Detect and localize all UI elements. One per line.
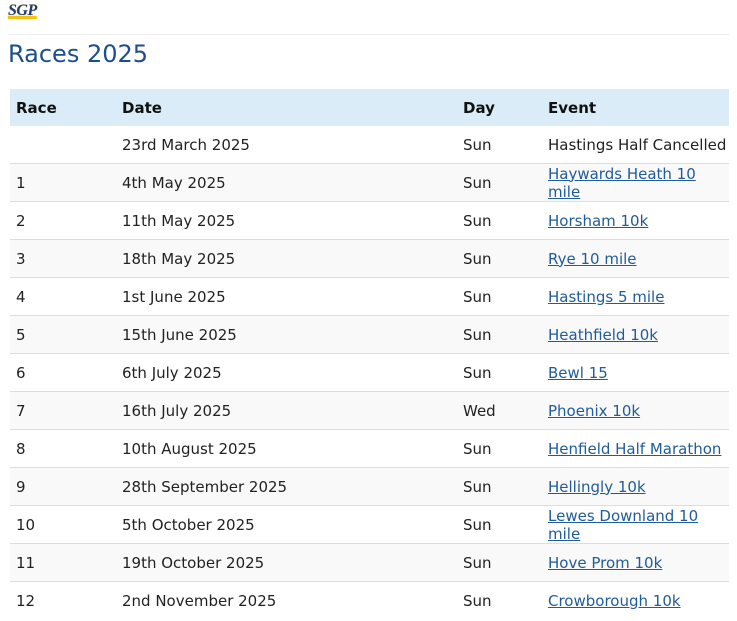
column-header-race: Race [16,98,57,117]
race-number-cell [10,126,122,164]
race-number-cell: 12 [16,591,36,610]
race-day-cell: Sun [463,315,548,354]
race-event-cell: Hellingly 10k [548,467,729,506]
race-event-cell: Crowborough 10k [548,582,729,620]
race-event-cell: Horsham 10k [548,201,729,240]
race-date-cell: 28th September 2025 [122,467,463,506]
race-event-cell: Hastings 5 mile [548,277,729,316]
table-row: 10 5th October 2025 Sun Lewes Downland 10 m… [10,505,729,544]
race-event-cell: Hove Prom 10k [548,543,729,582]
race-day-cell: Sun [463,353,548,392]
race-event-cell: Hastings Half Cancelled [548,126,729,164]
column-header-date: Date [122,98,162,117]
table-row: 3 18th May 2025 Sun Rye 10 mile [10,239,729,278]
race-number-cell: 11 [10,543,122,582]
table-row: 1 4th May 2025 Sun Haywards Heath 10 mile [10,163,729,202]
race-event-link[interactable]: Lewes Downland 10 mile [548,507,698,543]
race-date-cell: 4th May 2025 [122,163,463,202]
table-row: 5 15th June 2025 Sun Heathfield 10k [10,315,729,354]
race-event-cell: Haywards Heath 10 mile [548,163,729,202]
race-event-link[interactable]: Hove Prom 10k [548,554,662,572]
race-number-cell: 9 [10,467,122,506]
race-event-link[interactable]: Henfield Half Marathon [548,440,721,458]
race-number-cell: 4 [10,277,122,316]
table-row: 4 1st June 2025 Sun Hastings 5 mile [10,277,729,316]
race-event-link[interactable]: Hellingly 10k [548,478,646,496]
race-date-cell: 18th May 2025 [122,239,463,278]
race-date-cell: 19th October 2025 [122,543,463,582]
race-number-cell: 3 [10,239,122,278]
sgp-logo[interactable]: SGP [8,2,37,20]
race-day-cell: Sun [463,429,548,468]
race-event-cell: Bewl 15 [548,353,729,392]
race-event-cell: Rye 10 mile [548,239,729,278]
race-day-cell: Sun [463,277,548,316]
table-row: 8 10th August 2025 Sun Henfield Half Marath… [10,429,729,468]
race-event-cell: Phoenix 10k [548,391,729,430]
race-date-cell: 11th May 2025 [122,201,463,240]
table-row: 12 2nd November 2025 Sun Crowborough 10k [10,582,729,620]
races-table: Race Date Day Event 23rd March 2025 Sun Ha… [10,89,729,619]
race-date-cell: 10th August 2025 [122,429,463,468]
race-number-cell: 8 [10,429,122,468]
race-day-cell: Sun [463,591,492,610]
race-event-link[interactable]: Crowborough 10k [548,592,681,610]
table-row: 6 6th July 2025 Sun Bewl 15 [10,353,729,392]
table-row: 11 19th October 2025 Sun Hove Prom 10k [10,543,729,582]
race-number-cell: 1 [10,163,122,202]
race-number-cell: 6 [10,353,122,392]
race-event-link[interactable]: Bewl 15 [548,364,608,382]
races-table-body: 23rd March 2025 Sun Hastings Half Cancelle… [10,126,729,619]
race-date-cell: 16th July 2025 [122,391,463,430]
column-header-day: Day [463,98,495,117]
table-header-row: Race Date Day Event [10,89,729,126]
race-number-cell: 7 [10,391,122,430]
page-title: Races 2025 [8,40,149,68]
race-event-cell: Henfield Half Marathon [548,429,729,468]
race-event-link[interactable]: Haywards Heath 10 mile [548,165,696,201]
race-event-cell: Lewes Downland 10 mile [548,505,729,544]
race-date-cell: 1st June 2025 [122,277,463,316]
race-event-link[interactable]: Horsham 10k [548,212,648,230]
race-day-cell: Sun [463,467,548,506]
race-day-cell: Wed [463,391,548,430]
race-day-cell: Sun [463,163,548,202]
race-date-cell: 2nd November 2025 [122,591,277,610]
table-row: 2 11th May 2025 Sun Horsham 10k [10,201,729,240]
race-event-link[interactable]: Phoenix 10k [548,402,640,420]
race-number-cell: 2 [10,201,122,240]
race-event-link[interactable]: Heathfield 10k [548,326,658,344]
table-row: 9 28th September 2025 Sun Hellingly 10k [10,467,729,506]
page: SGP Races 2025 Race Date Day Event 23rd … [0,0,737,621]
race-day-cell: Sun [463,126,548,164]
table-row: 7 16th July 2025 Wed Phoenix 10k [10,391,729,430]
race-date-cell: 5th October 2025 [122,505,463,544]
race-event-link[interactable]: Hastings 5 mile [548,288,664,306]
race-date-cell: 15th June 2025 [122,315,463,354]
column-header-event: Event [548,98,597,117]
race-day-cell: Sun [463,543,548,582]
race-day-cell: Sun [463,201,548,240]
race-day-cell: Sun [463,505,548,544]
race-event-text: Hastings Half Cancelled [548,135,727,154]
race-event-link[interactable]: Rye 10 mile [548,250,637,268]
race-date-cell: 6th July 2025 [122,353,463,392]
table-row: 23rd March 2025 Sun Hastings Half Cancelle… [10,126,729,164]
race-day-cell: Sun [463,239,548,278]
race-number-cell: 10 [10,505,122,544]
race-date-cell: 23rd March 2025 [122,126,463,164]
race-event-cell: Heathfield 10k [548,315,729,354]
race-number-cell: 5 [10,315,122,354]
header-divider [8,34,729,35]
